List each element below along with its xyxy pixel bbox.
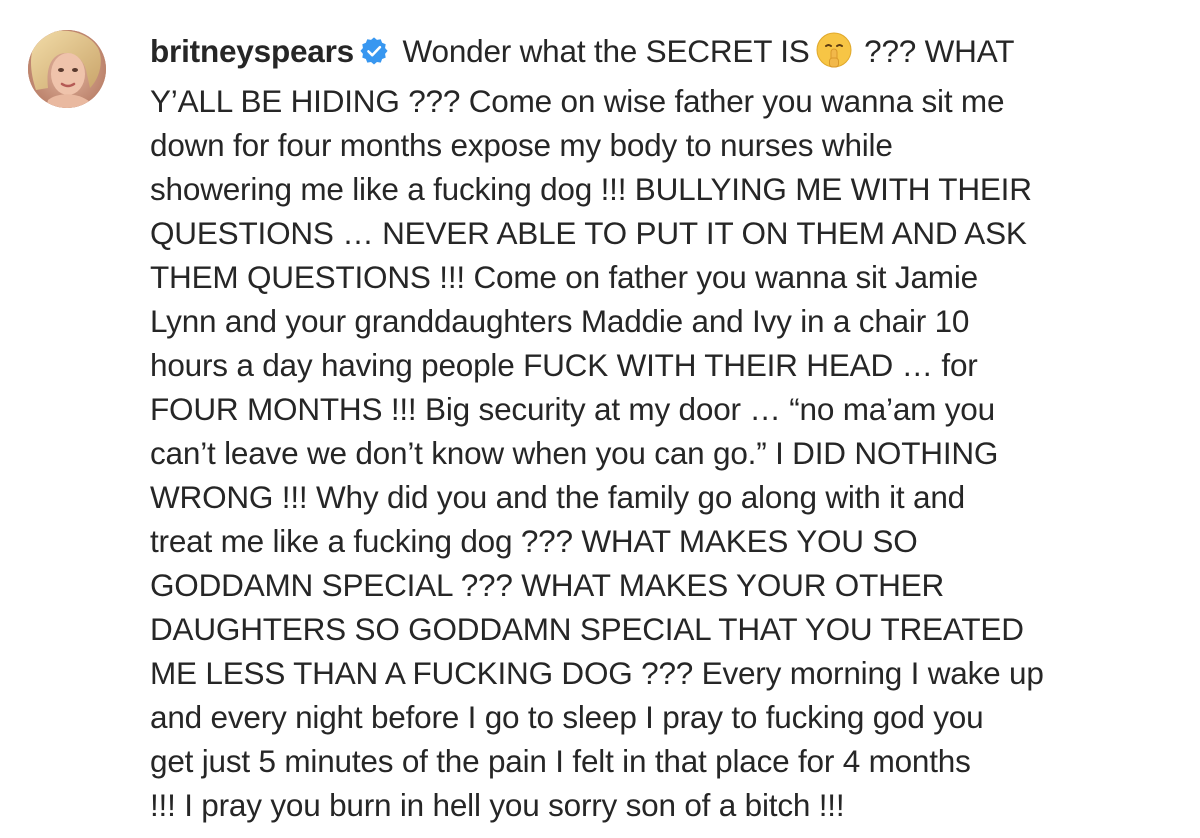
profile-photo-icon	[28, 30, 106, 108]
caption-line: THEM QUESTIONS !!! Come on father you wa…	[150, 259, 978, 295]
caption-line: down for four months expose my body to n…	[150, 127, 893, 163]
caption-line: britneyspears Wonder what the SECRET IS …	[150, 29, 1170, 79]
avatar[interactable]	[28, 30, 106, 108]
caption-line: ME LESS THAN A FUCKING DOG ??? Every mor…	[150, 655, 1044, 691]
caption-line: !!! I pray you burn in hell you sorry so…	[150, 787, 845, 823]
shushing-face-emoji-icon	[816, 32, 852, 79]
verified-badge-icon	[360, 32, 388, 76]
caption-line: WRONG !!! Why did you and the family go …	[150, 479, 965, 515]
instagram-caption: britneyspears Wonder what the SECRET IS …	[0, 0, 1200, 838]
caption-line: and every night before I go to sleep I p…	[150, 699, 984, 735]
caption-line: QUESTIONS … NEVER ABLE TO PUT IT ON THEM…	[150, 215, 1027, 251]
caption-line: get just 5 minutes of the pain I felt in…	[150, 743, 971, 779]
caption-line: GODDAMN SPECIAL ??? WHAT MAKES YOUR OTHE…	[150, 567, 945, 603]
caption-line: Lynn and your granddaughters Maddie and …	[150, 303, 970, 339]
caption-line: DAUGHTERS SO GODDAMN SPECIAL THAT YOU TR…	[150, 611, 1024, 647]
caption-line: treat me like a fucking dog ??? WHAT MAK…	[150, 523, 918, 559]
caption-text: Wonder what the SECRET IS	[394, 33, 810, 69]
caption-line: FOUR MONTHS !!! Big security at my door …	[150, 391, 995, 427]
caption-line: showering me like a fucking dog !!! BULL…	[150, 171, 1032, 207]
caption-line: can’t leave we don’t know when you can g…	[150, 435, 999, 471]
caption-text: ??? WHAT	[855, 33, 1015, 69]
caption-line: hours a day having people FUCK WITH THEI…	[150, 347, 978, 383]
caption-line: Y’ALL BE HIDING ??? Come on wise father …	[150, 83, 1005, 119]
username-link[interactable]: britneyspears	[150, 33, 354, 69]
post-caption: britneyspears Wonder what the SECRET IS …	[150, 29, 1170, 827]
